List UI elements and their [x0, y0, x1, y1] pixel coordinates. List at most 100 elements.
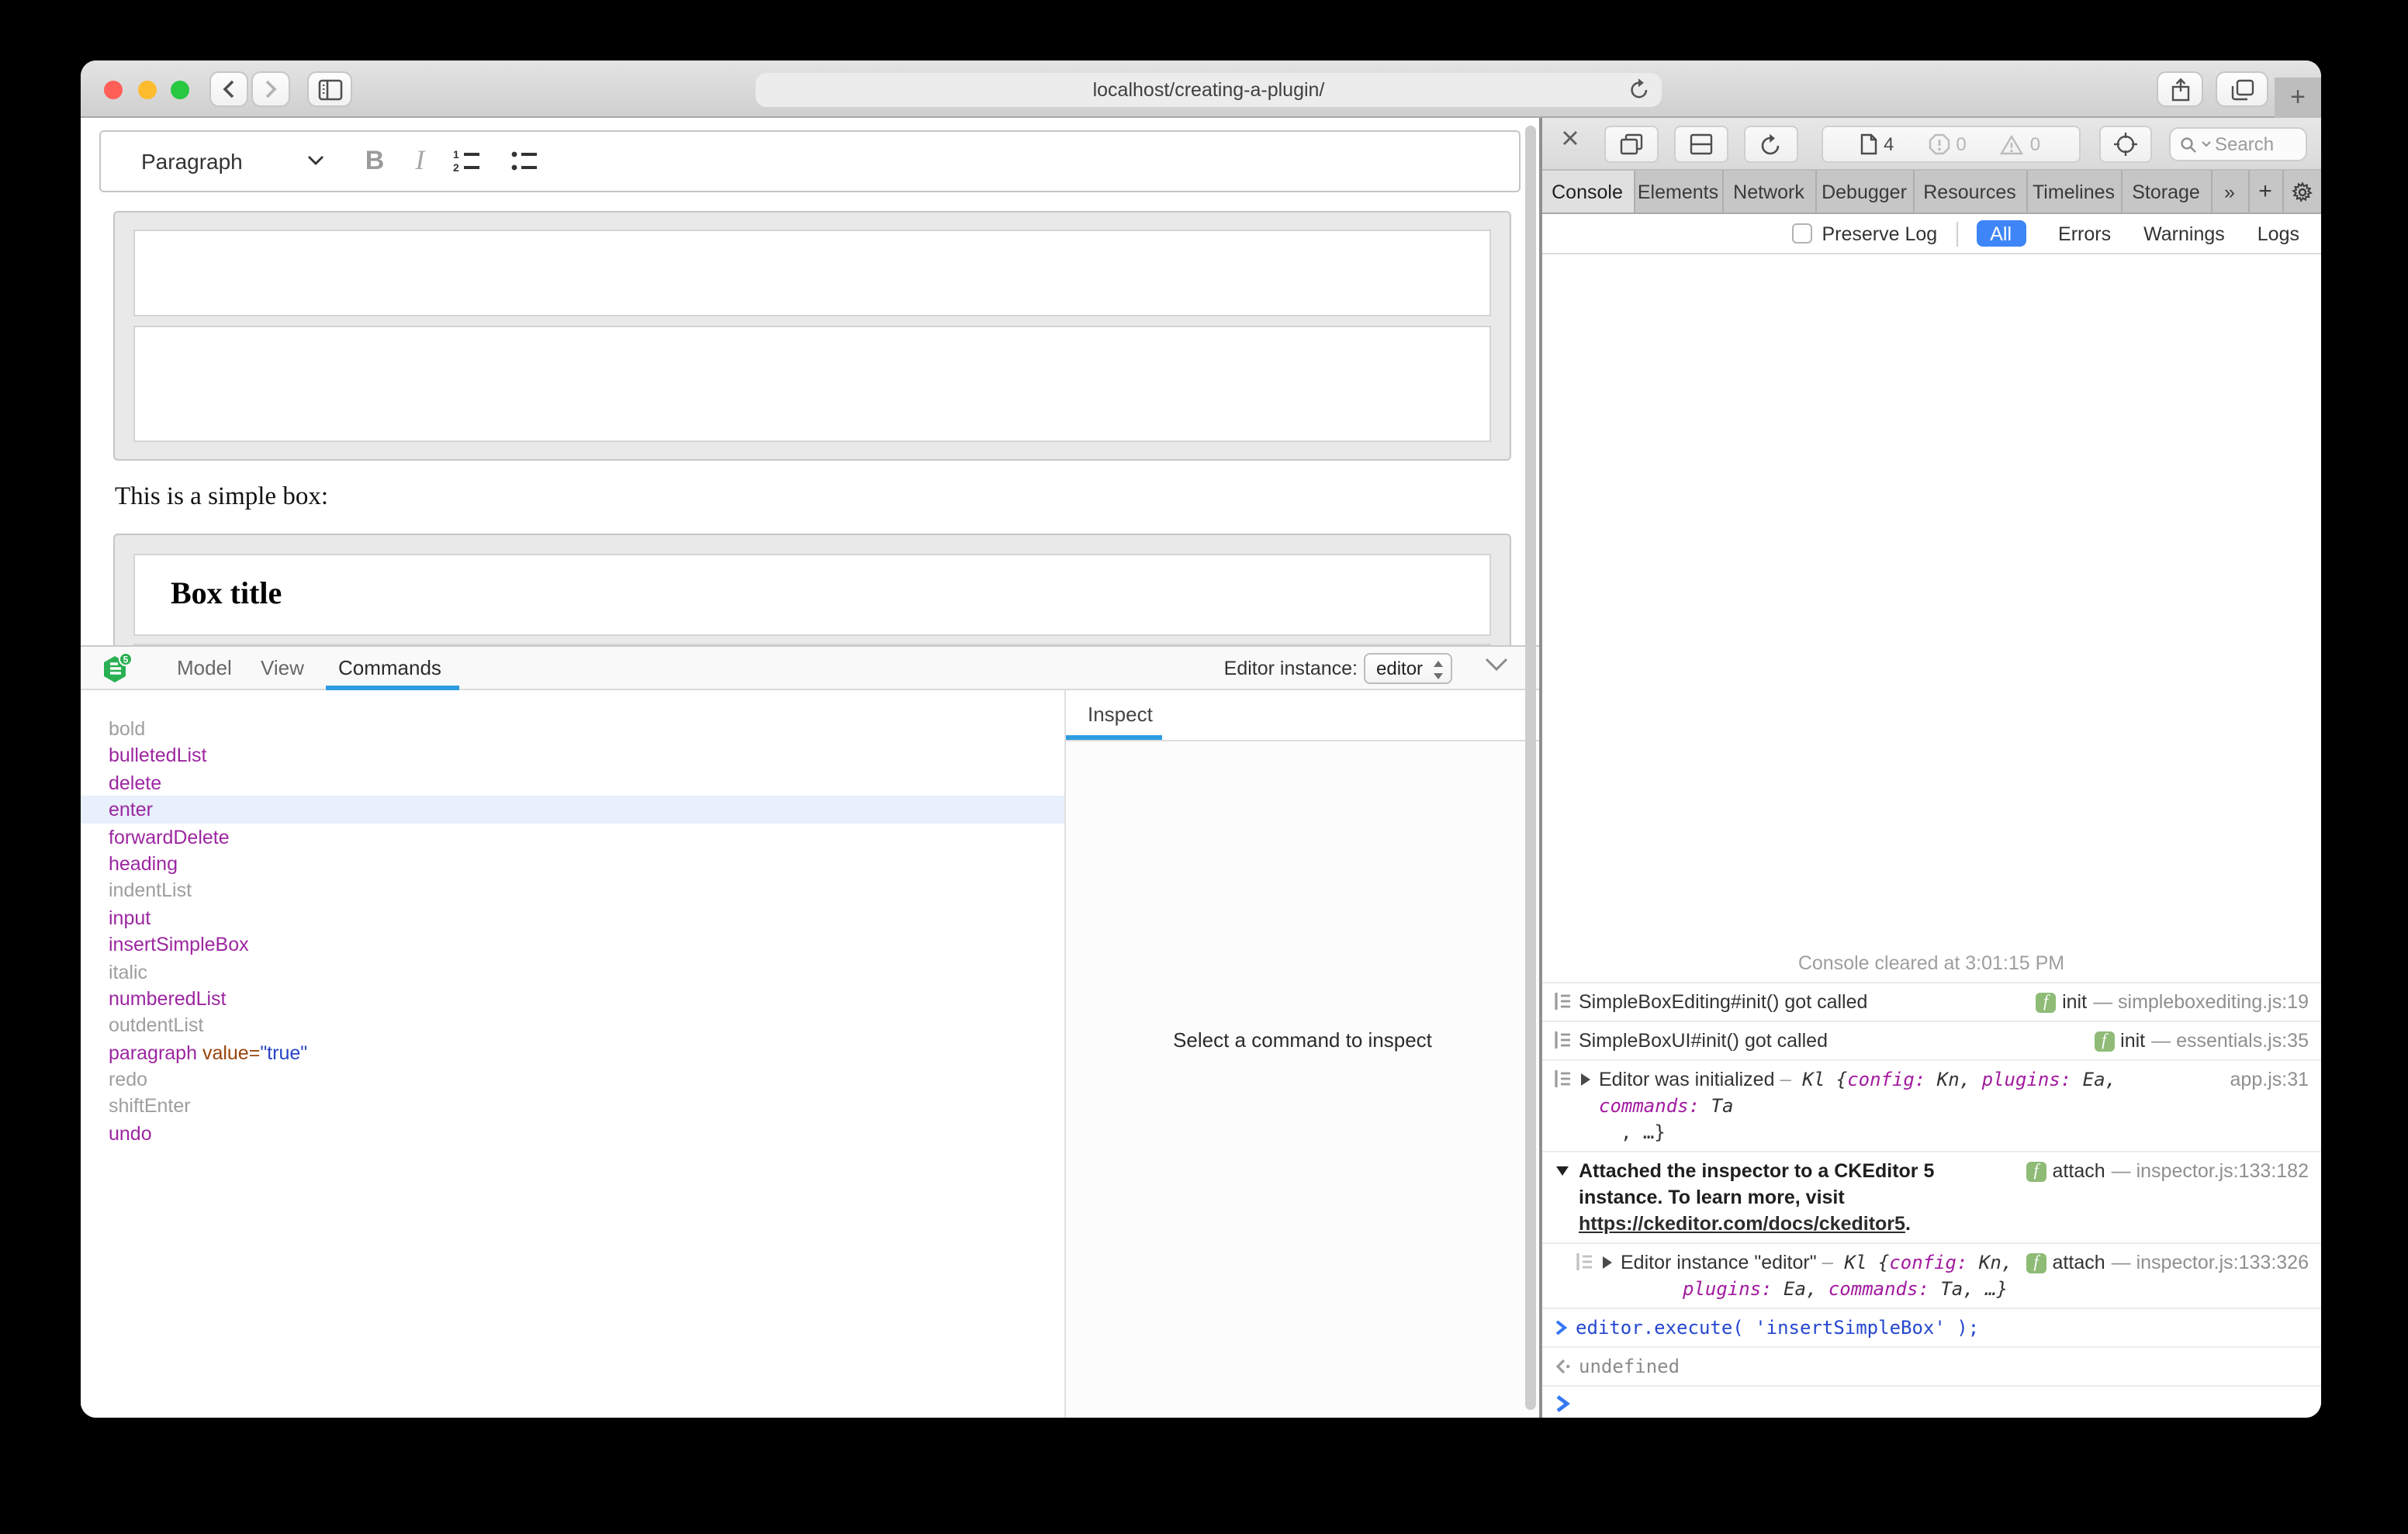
- source-location[interactable]: — simpleboxediting.js:19: [2093, 989, 2309, 1015]
- console-log-row-4: Attached the inspector to a CKEditor 5 i…: [1541, 1151, 2321, 1242]
- devtools-tab-elements[interactable]: Elements: [1635, 171, 1723, 212]
- numbered-list-button[interactable]: 1 2: [452, 150, 482, 173]
- safari-window: localhost/creating-a-plugin/: [81, 60, 2321, 1418]
- add-devtools-tab-button[interactable]: +: [2249, 171, 2283, 212]
- console-log-row-2: SimpleBoxUI#init() got called f init — e…: [1541, 1021, 2321, 1059]
- expand-triangle-icon[interactable]: [1580, 1073, 1590, 1085]
- inspector-tab-view[interactable]: View: [261, 647, 304, 690]
- log-message: SimpleBoxUI#init() got called: [1579, 1028, 2085, 1054]
- warning-count: 0: [2030, 133, 2040, 155]
- log-icon: [1576, 1252, 1591, 1270]
- zoom-window-button[interactable]: [171, 80, 189, 98]
- element-picker-button[interactable]: [2098, 126, 2151, 163]
- italic-button[interactable]: I: [415, 145, 424, 178]
- page-scrollbar[interactable]: [1525, 126, 1536, 1410]
- close-window-button[interactable]: [104, 80, 123, 98]
- command-item-delete[interactable]: delete: [81, 769, 1064, 796]
- chevron-down-icon[interactable]: [308, 156, 325, 167]
- collapse-triangle-icon[interactable]: [1555, 1166, 1568, 1175]
- select-stepper-icon: [1432, 659, 1444, 681]
- filter-all[interactable]: All: [1976, 220, 2026, 247]
- crosshair-icon: [2112, 132, 2137, 157]
- devtools-tab-console[interactable]: Console: [1541, 171, 1635, 212]
- inspector-tab-commands[interactable]: Commands: [338, 647, 441, 690]
- new-tab-button[interactable]: +: [2275, 78, 2321, 118]
- console-log-row-5: Editor instance "editor" – Kl {config: K…: [1541, 1242, 2321, 1308]
- share-button[interactable]: [2157, 71, 2203, 107]
- filter-logs[interactable]: Logs: [2258, 223, 2299, 244]
- log-icon: [1554, 1069, 1569, 1087]
- dock-side-button[interactable]: [1604, 126, 1658, 163]
- numbered-list-icon: 1 2: [452, 150, 482, 173]
- reload-page-button[interactable]: [1743, 126, 1797, 163]
- editor-instance-select[interactable]: editor: [1364, 653, 1452, 684]
- command-item-numberedList[interactable]: numberedList: [81, 985, 1064, 1012]
- command-item-shiftEnter[interactable]: shiftEnter: [81, 1093, 1064, 1120]
- simple-box-description-field[interactable]: [133, 326, 1491, 442]
- more-tabs-button[interactable]: »: [2212, 171, 2249, 212]
- console-command-text[interactable]: editor.execute( 'insertSimpleBox' );: [1576, 1315, 2309, 1341]
- minimize-window-button[interactable]: [138, 80, 157, 98]
- simple-box-widget[interactable]: [113, 211, 1511, 461]
- expand-triangle-icon[interactable]: [1602, 1256, 1611, 1268]
- command-item-indentList[interactable]: indentList: [81, 877, 1064, 904]
- command-item-input[interactable]: input: [81, 903, 1064, 931]
- devtools-tab-resources[interactable]: Resources: [1914, 171, 2027, 212]
- sidebar-toggle-button[interactable]: [307, 71, 352, 107]
- bold-button[interactable]: B: [365, 146, 385, 177]
- reload-icon: [1629, 77, 1649, 100]
- source-location[interactable]: — inspector.js:133:182: [2112, 1158, 2309, 1184]
- filter-errors[interactable]: Errors: [2058, 223, 2111, 244]
- source-location[interactable]: — essentials.js:35: [2151, 1028, 2309, 1054]
- inspect-pane-header: Inspect: [1066, 690, 1539, 741]
- command-item-insertSimpleBox[interactable]: insertSimpleBox: [81, 931, 1064, 958]
- reload-button[interactable]: [1629, 77, 1649, 100]
- command-item-redo[interactable]: redo: [81, 1066, 1064, 1093]
- log-message: Attached the inspector to a CKEditor 5 i…: [1579, 1158, 2017, 1237]
- function-badge-icon: f: [2026, 1252, 2046, 1273]
- simple-box-title-field-2[interactable]: Box title: [133, 554, 1491, 636]
- devtools-search-field[interactable]: Search: [2168, 127, 2306, 161]
- command-item-italic[interactable]: italic: [81, 958, 1064, 985]
- issues-summary-group[interactable]: 4 0: [1821, 126, 2080, 163]
- command-item-bulletedList[interactable]: bulletedList: [81, 742, 1064, 769]
- command-item-heading[interactable]: heading: [81, 850, 1064, 877]
- command-item-undo[interactable]: undo: [81, 1120, 1064, 1147]
- box-title-text[interactable]: Box title: [171, 577, 282, 613]
- ckeditor-docs-link[interactable]: https://ckeditor.com/docs/ckeditor5: [1579, 1212, 1905, 1234]
- active-tab-underline: [326, 685, 459, 690]
- editor-paragraph[interactable]: This is a simple box:: [115, 481, 328, 512]
- command-item-paragraph[interactable]: paragraph value="true": [81, 1038, 1064, 1066]
- source-location[interactable]: app.js:31: [2230, 1066, 2309, 1093]
- simple-box-widget-2[interactable]: Box title: [113, 534, 1511, 645]
- devtools-settings-button[interactable]: [2283, 171, 2320, 212]
- preserve-log-checkbox[interactable]: [1793, 223, 1813, 244]
- simple-box-title-field[interactable]: [133, 230, 1491, 316]
- web-page-pane: Paragraph B I 1 2: [81, 118, 1539, 1418]
- devtools-tab-network[interactable]: Network: [1723, 171, 1816, 212]
- return-value-icon: [1554, 1358, 1569, 1373]
- command-item-enter[interactable]: enter: [81, 796, 1064, 823]
- inspect-empty-message: Select a command to inspect: [1066, 1028, 1539, 1052]
- address-bar[interactable]: localhost/creating-a-plugin/: [756, 72, 1662, 106]
- command-item-bold[interactable]: bold: [81, 715, 1064, 742]
- command-item-outdentList[interactable]: outdentList: [81, 1012, 1064, 1039]
- close-devtools-button[interactable]: [1560, 129, 1579, 147]
- forward-button[interactable]: [251, 71, 290, 107]
- devtools-tab-timelines[interactable]: Timelines: [2027, 171, 2122, 212]
- tab-overview-button[interactable]: [2216, 71, 2268, 107]
- devtools-tab-storage[interactable]: Storage: [2122, 171, 2212, 212]
- collapse-inspector-button[interactable]: [1485, 658, 1508, 672]
- dock-bottom-button[interactable]: [1673, 126, 1728, 163]
- back-button[interactable]: [209, 71, 248, 107]
- filter-warnings[interactable]: Warnings: [2143, 223, 2225, 244]
- heading-dropdown[interactable]: Paragraph: [141, 149, 243, 174]
- command-item-forwardDelete[interactable]: forwardDelete: [81, 823, 1064, 850]
- console-prompt-row[interactable]: [1541, 1385, 2321, 1418]
- bulleted-list-button[interactable]: [510, 150, 539, 173]
- source-location[interactable]: — inspector.js:133:326: [2112, 1249, 2309, 1276]
- svg-text:1: 1: [452, 150, 458, 161]
- devtools-tab-debugger[interactable]: Debugger: [1816, 171, 1914, 212]
- console-command-row: editor.execute( 'insertSimpleBox' );: [1541, 1308, 2321, 1346]
- inspector-tab-model[interactable]: Model: [177, 647, 232, 690]
